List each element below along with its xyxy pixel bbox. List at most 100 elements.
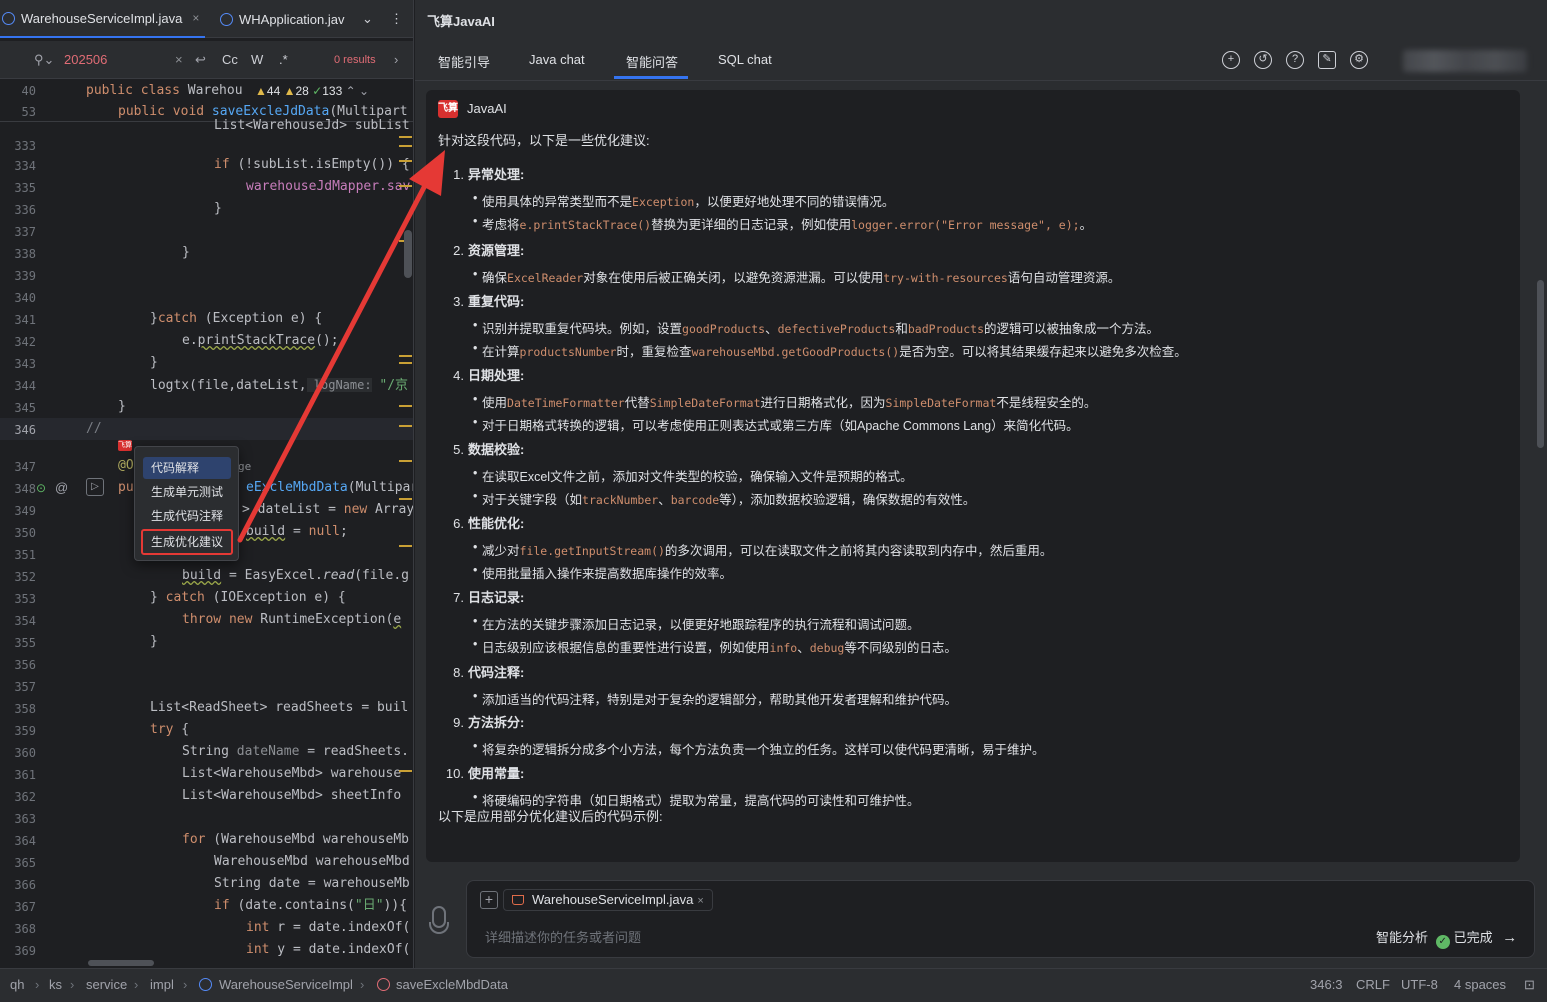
menu-item-generate-comments[interactable]: 生成代码注释 (143, 505, 231, 527)
section-heading: 5. 数据校验: (453, 442, 525, 457)
lock-icon[interactable]: ⊡ (1524, 977, 1535, 993)
editor-horizontal-scrollbar[interactable] (88, 960, 154, 966)
history-icon[interactable]: ↺ (1254, 51, 1272, 69)
suggestion-item: 添加适当的代码注释，特别是对于复杂的逻辑部分，帮助其他开发者理解和维护代码。 (473, 689, 957, 708)
line-number: 339 (14, 269, 36, 283)
tab-warehouse-service-impl[interactable]: WarehouseServiceImpl.java × (0, 0, 205, 38)
line-number: 342 (14, 335, 36, 349)
override-icon[interactable]: ⊙ (36, 481, 46, 495)
next-result-icon[interactable]: › (394, 52, 398, 67)
panel-scrollbar[interactable] (1537, 280, 1544, 448)
add-context-button[interactable]: + (480, 891, 498, 909)
section-heading: 6. 性能优化: (453, 516, 525, 531)
breadcrumb-impl[interactable]: impl (150, 977, 174, 992)
menu-item-explain-code[interactable]: 代码解释 (143, 457, 231, 479)
match-case-toggle[interactable]: Cc (222, 52, 238, 67)
menu-item-generate-optimization[interactable]: 生成优化建议 (141, 529, 233, 555)
section-heading: 9. 方法拆分: (453, 715, 525, 730)
add-icon[interactable]: + (1222, 51, 1240, 69)
line-number: 340 (14, 291, 36, 305)
tab-smart-guide[interactable]: 智能引导 (438, 52, 490, 71)
tab-java-chat[interactable]: Java chat (529, 52, 585, 67)
menu-item-generate-unit-test[interactable]: 生成单元测试 (143, 481, 231, 503)
tab-wh-application[interactable]: WHApplication.jav (220, 0, 345, 38)
error-stripe-mark[interactable] (399, 545, 412, 547)
settings-icon[interactable]: ⚙ (1350, 51, 1368, 69)
line-number: 345 (14, 401, 36, 415)
section-heading: 7. 日志记录: (453, 590, 525, 605)
send-icon[interactable]: → (1502, 929, 1517, 946)
check-circle-icon: ✓ (1435, 935, 1450, 949)
error-stripe-mark[interactable] (399, 770, 412, 772)
more-icon[interactable]: ⋮ (390, 0, 403, 38)
error-stripe-mark[interactable] (399, 160, 412, 162)
line-number: 367 (14, 900, 36, 914)
line-number: 347 (14, 460, 36, 474)
indent-setting[interactable]: 4 spaces (1454, 977, 1506, 992)
section-heading: 3. 重复代码: (453, 294, 525, 309)
error-stripe-mark[interactable] (399, 425, 412, 427)
breadcrumb-service[interactable]: service (86, 977, 127, 992)
attached-file-chip[interactable]: WarehouseServiceImpl.java × (503, 889, 713, 911)
regex-toggle[interactable]: .* (279, 52, 288, 67)
breadcrumb-qh[interactable]: qh (10, 977, 24, 992)
active-tab-indicator (614, 76, 688, 79)
line-number: 337 (14, 225, 36, 239)
edit-icon[interactable]: ✎ (1318, 51, 1336, 69)
help-icon[interactable]: ? (1286, 51, 1304, 69)
weak-warning-icon: ▲ (283, 84, 296, 98)
file-encoding[interactable]: UTF-8 (1401, 977, 1438, 992)
remove-attachment-icon[interactable]: × (697, 895, 703, 907)
new-line-icon[interactable]: ↩ (195, 52, 206, 68)
user-account-blurred[interactable] (1403, 50, 1527, 72)
search-input[interactable]: 202506 (64, 52, 107, 67)
tab-smart-qa[interactable]: 智能问答 (626, 52, 678, 71)
error-stripe-mark[interactable] (399, 355, 412, 357)
error-stripe-mark[interactable] (399, 136, 412, 138)
search-icon[interactable]: ⚲⌄ (34, 52, 54, 68)
breadcrumb-method[interactable]: saveExcleMbdData (396, 977, 508, 992)
feisuan-gutter-icon[interactable]: 飞算 (118, 440, 132, 451)
clear-search-icon[interactable]: × (175, 52, 183, 67)
editor-tab-bar: WarehouseServiceImpl.java × WHApplicatio… (0, 0, 413, 38)
error-stripe-mark[interactable] (399, 362, 412, 364)
warning-icon: ▲ (255, 84, 267, 98)
caret-position[interactable]: 346:3 (1310, 977, 1343, 992)
section-heading: 4. 日期处理: (453, 368, 525, 383)
line-number: 354 (14, 614, 36, 628)
line-separator[interactable]: CRLF (1356, 977, 1390, 992)
inspection-widget[interactable]: ▲44 ▲28 ✓133 ⌃ ⌄ (255, 84, 369, 98)
error-stripe-mark[interactable] (399, 145, 412, 147)
sticky-lines[interactable]: 40 public class Warehou ▲44 ▲28 ✓133 ⌃ ⌄… (0, 80, 413, 122)
chat-input[interactable]: 详细描述你的任务或者问题 (485, 927, 641, 946)
tabs-dropdown-icon[interactable]: ⌄ (362, 0, 373, 38)
whole-word-toggle[interactable]: W (251, 52, 263, 67)
line-number: 353 (14, 592, 36, 606)
breadcrumb-class[interactable]: WarehouseServiceImpl (219, 977, 353, 992)
section-heading: 8. 代码注释: (453, 665, 525, 680)
mapping-icon[interactable]: @ (55, 480, 68, 495)
method-icon (377, 978, 390, 991)
suggestion-item: 在计算productsNumber时，重复检查warehouseMbd.getG… (473, 341, 1187, 360)
chat-input-box[interactable]: + WarehouseServiceImpl.java × 详细描述你的任务或者问… (466, 880, 1535, 958)
mode-status[interactable]: 智能分析 ✓ 已完成 → (1376, 927, 1517, 949)
suggestion-item: 在方法的关键步骤添加日志记录，以便更好地跟踪程序的执行流程和调试问题。 (473, 614, 920, 633)
suggestion-item: 识别并提取重复代码块。例如，设置goodProducts、defectivePr… (473, 318, 1159, 337)
suggestion-item: 使用DateTimeFormatter代替SimpleDateFormat进行日… (473, 392, 1096, 411)
tab-sql-chat[interactable]: SQL chat (718, 52, 772, 67)
ai-context-menu: 代码解释 生成单元测试 生成代码注释 生成优化建议 (134, 446, 239, 561)
editor-vertical-scrollbar[interactable] (404, 230, 412, 278)
line-number: 336 (14, 203, 36, 217)
assistant-name: JavaAI (467, 101, 507, 116)
close-icon[interactable]: × (192, 11, 199, 25)
breadcrumb-ks[interactable]: ks (49, 977, 62, 992)
error-stripe-mark[interactable] (399, 185, 412, 187)
run-icon[interactable]: ▷ (86, 478, 104, 496)
error-stripe-mark[interactable] (399, 405, 412, 407)
code-editor[interactable]: WarehouseServiceImpl.java × WHApplicatio… (0, 0, 414, 968)
error-stripe-mark[interactable] (399, 460, 412, 462)
suggestion-item: 对于日期格式转换的逻辑，可以考虑使用正则表达式或第三方库（如Apache Com… (473, 415, 1079, 434)
line-number: 364 (14, 834, 36, 848)
error-stripe-mark[interactable] (399, 498, 412, 500)
answer-intro: 针对这段代码，以下是一些优化建议: (438, 133, 650, 148)
